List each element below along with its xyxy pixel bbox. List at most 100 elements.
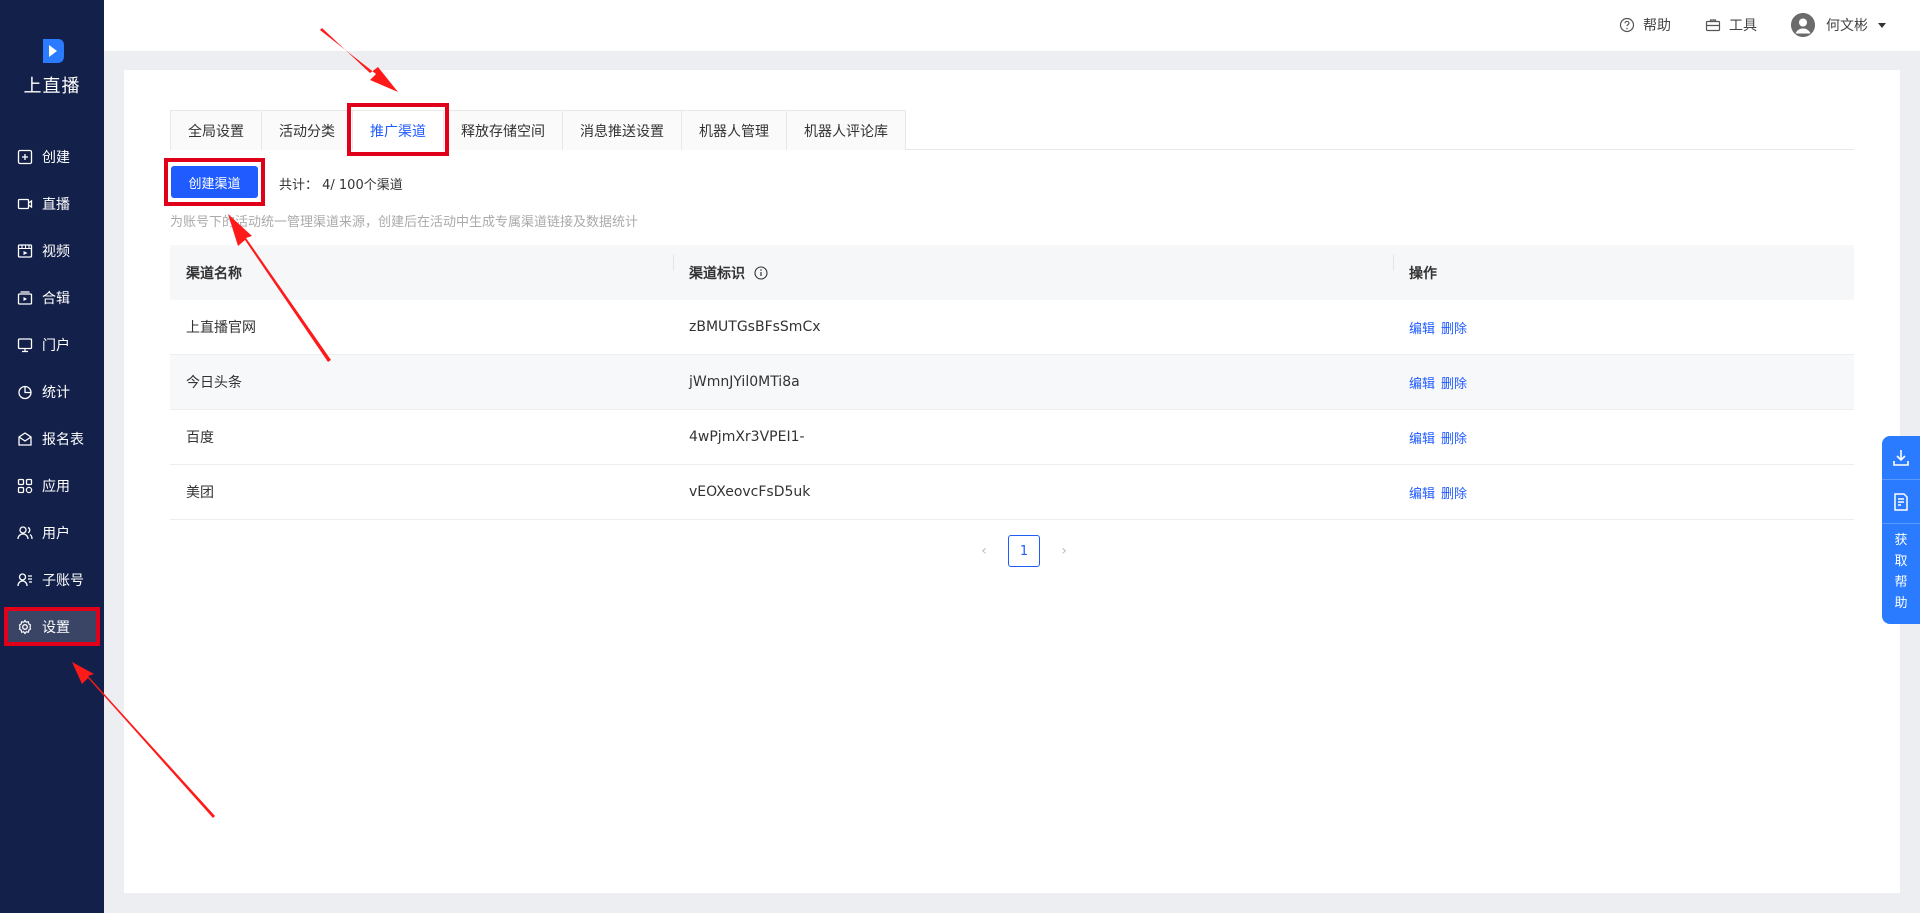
table-row: 美团 vEOXeovcFsD5uk 编辑 删除 [170, 465, 1854, 520]
video-camera-icon [17, 198, 33, 209]
column-header-id: 渠道标识 [673, 254, 1393, 283]
sidebar-item-create[interactable]: 创建 [0, 133, 104, 180]
help-label: 帮助 [1643, 18, 1671, 34]
logo[interactable]: 上直播 [0, 36, 104, 98]
help-link[interactable]: 帮助 [1619, 15, 1671, 35]
delete-link[interactable]: 删除 [1441, 432, 1467, 447]
tab-global-settings[interactable]: 全局设置 [170, 110, 262, 150]
sidebar-item-label: 创建 [42, 149, 70, 166]
sidebar-item-sub-accounts[interactable]: 子账号 [0, 556, 104, 603]
gear-icon [18, 619, 32, 634]
user-name: 何文彬 [1826, 18, 1868, 34]
sidebar-item-apps[interactable]: 应用 [0, 462, 104, 509]
channel-id: zBMUTGsBFsSmCx [689, 319, 821, 335]
users-icon [17, 525, 33, 539]
tab-robot-management[interactable]: 机器人管理 [681, 110, 787, 150]
user-avatar-icon [1791, 13, 1815, 37]
tab-activity-category[interactable]: 活动分类 [261, 110, 353, 150]
channel-id: 4wPjmXr3VPEI1- [689, 429, 805, 445]
channel-name: 今日头条 [186, 375, 242, 391]
sidebar-item-label: 直播 [42, 196, 70, 213]
brand-name: 上直播 [23, 76, 81, 97]
sidebar-item-label: 设置 [42, 619, 70, 636]
tab-message-push[interactable]: 消息推送设置 [562, 110, 682, 150]
sidebar-item-settings[interactable]: 设置 [0, 603, 104, 650]
tools-label: 工具 [1729, 18, 1757, 34]
pie-chart-icon [18, 385, 32, 399]
tab-release-storage[interactable]: 释放存储空间 [443, 110, 563, 150]
next-page-icon[interactable]: › [1054, 543, 1074, 559]
collection-icon [17, 290, 33, 305]
feedback-button[interactable] [1882, 480, 1920, 524]
sidebar-nav: 创建 直播 视频 合辑 门户 统计 报名表 应用 用户 子账号 设置 [0, 133, 104, 650]
table-header: 渠道名称 渠道标识 操作 [170, 245, 1854, 300]
prev-page-icon[interactable]: ‹ [974, 543, 994, 559]
plus-square-icon [17, 149, 33, 164]
edit-document-icon [1894, 492, 1908, 511]
row-actions: 编辑 删除 [1393, 373, 1854, 392]
row-actions: 编辑 删除 [1393, 318, 1854, 337]
sub-account-icon [17, 572, 32, 586]
toolbox-icon [1705, 19, 1721, 32]
caret-down-icon [1878, 23, 1886, 28]
sidebar-item-users[interactable]: 用户 [0, 509, 104, 556]
column-header-id-label: 渠道标识 [689, 265, 745, 282]
download-button[interactable] [1882, 436, 1920, 480]
edit-link[interactable]: 编辑 [1409, 432, 1435, 447]
delete-link[interactable]: 删除 [1441, 487, 1467, 502]
help-char: 获 [1894, 533, 1908, 548]
channel-name: 上直播官网 [186, 320, 256, 336]
edit-link[interactable]: 编辑 [1409, 377, 1435, 392]
monitor-icon [17, 337, 33, 352]
tab-promotion-channels[interactable]: 推广渠道 [347, 103, 449, 156]
row-actions: 编辑 删除 [1393, 483, 1854, 502]
apps-icon [17, 478, 33, 493]
download-icon [1893, 449, 1909, 466]
channel-table: 渠道名称 渠道标识 操作 上直播官网 zBMUTGsBFsSmCx 编辑 删除 今… [170, 245, 1854, 520]
help-char: 助 [1894, 596, 1908, 611]
table-row: 上直播官网 zBMUTGsBFsSmCx 编辑 删除 [170, 300, 1854, 355]
pagination: ‹ 1 › [974, 535, 1074, 567]
create-channel-button[interactable]: 创建渠道 [171, 166, 258, 198]
column-header-actions: 操作 [1393, 254, 1854, 283]
sidebar-item-label: 视频 [42, 243, 70, 260]
channel-id: vEOXeovcFsD5uk [689, 484, 811, 500]
sidebar-item-label: 合辑 [42, 290, 70, 307]
settings-card: 全局设置 活动分类 推广渠道 释放存储空间 消息推送设置 机器人管理 机器人评论… [124, 70, 1900, 893]
sidebar-item-collection[interactable]: 合辑 [0, 274, 104, 321]
table-row: 今日头条 jWmnJYil0MTi8a 编辑 删除 [170, 355, 1854, 410]
delete-link[interactable]: 删除 [1441, 322, 1467, 337]
get-help-button[interactable]: 获 取 帮 助 [1882, 524, 1920, 614]
sidebar-item-label: 报名表 [42, 431, 84, 448]
user-menu[interactable]: 何文彬 [1791, 13, 1888, 37]
help-char: 取 [1894, 554, 1908, 569]
edit-link[interactable]: 编辑 [1409, 322, 1435, 337]
top-bar: 帮助 工具 何文彬 [104, 0, 1920, 51]
logo-icon [43, 39, 64, 63]
sidebar-item-statistics[interactable]: 统计 [0, 368, 104, 415]
info-icon[interactable] [754, 265, 768, 280]
channel-name: 美团 [186, 485, 214, 501]
sidebar-item-portal[interactable]: 门户 [0, 321, 104, 368]
edit-link[interactable]: 编辑 [1409, 487, 1435, 502]
channel-hint: 为账号下的活动统一管理渠道来源，创建后在活动中生成专属渠道链接及数据统计 [170, 215, 639, 230]
sidebar-item-label: 应用 [42, 478, 70, 495]
sidebar-item-label: 用户 [42, 525, 70, 542]
page-number[interactable]: 1 [1008, 535, 1040, 567]
sidebar-item-label: 统计 [42, 384, 70, 401]
tools-link[interactable]: 工具 [1705, 15, 1757, 35]
table-row: 百度 4wPjmXr3VPEI1- 编辑 删除 [170, 410, 1854, 465]
float-panel: 获 取 帮 助 [1882, 436, 1920, 624]
sidebar-item-signup-form[interactable]: 报名表 [0, 415, 104, 462]
column-header-name: 渠道名称 [186, 265, 242, 282]
sidebar-item-live[interactable]: 直播 [0, 180, 104, 227]
sidebar-item-video[interactable]: 视频 [0, 227, 104, 274]
tab-robot-comments[interactable]: 机器人评论库 [786, 110, 906, 150]
sidebar: 上直播 创建 直播 视频 合辑 门户 统计 报名表 应用 用户 子账号 设置 [0, 0, 104, 913]
delete-link[interactable]: 删除 [1441, 377, 1467, 392]
row-actions: 编辑 删除 [1393, 428, 1854, 447]
film-icon [17, 243, 33, 258]
settings-tabs: 全局设置 活动分类 推广渠道 释放存储空间 消息推送设置 机器人管理 机器人评论… [170, 103, 1854, 156]
sidebar-item-label: 子账号 [42, 572, 84, 589]
avatar [1791, 13, 1815, 37]
